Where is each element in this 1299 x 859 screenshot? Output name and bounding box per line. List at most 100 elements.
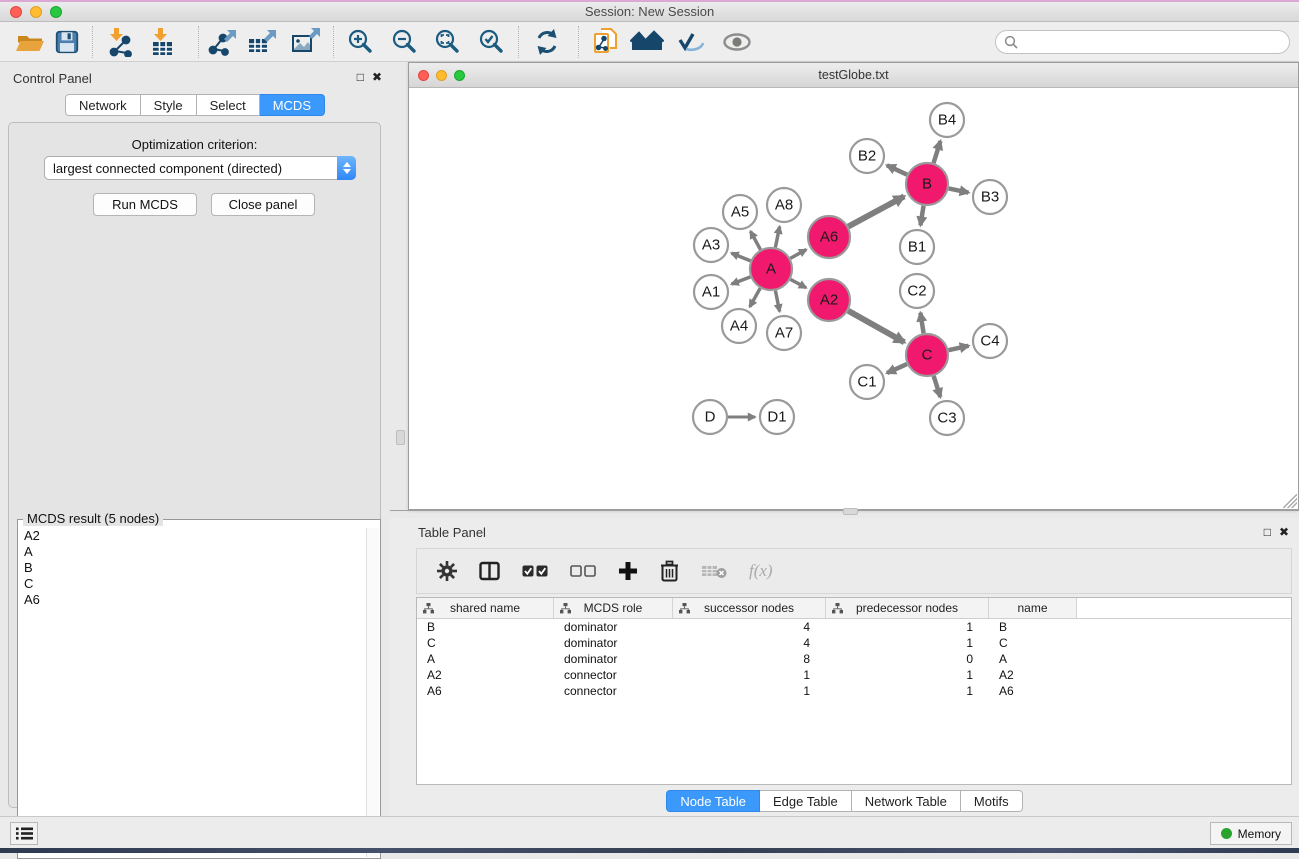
- graph-node-A1[interactable]: A1: [694, 275, 728, 309]
- zoom-out-icon[interactable]: [390, 28, 418, 56]
- graph-edge-C-C4[interactable]: [948, 346, 968, 350]
- memory-button[interactable]: Memory: [1210, 822, 1292, 845]
- graph-edge-A2-C[interactable]: [848, 311, 904, 343]
- table-row[interactable]: Adominator80A: [417, 651, 1291, 667]
- graph-node-C1[interactable]: C1: [850, 365, 884, 399]
- cell-predecessor-nodes[interactable]: 0: [826, 651, 989, 667]
- column-header-predecessor-nodes[interactable]: predecessor nodes: [826, 598, 989, 618]
- cell-predecessor-nodes[interactable]: 1: [826, 635, 989, 651]
- graph-edge-C-C2[interactable]: [920, 313, 923, 334]
- column-header-shared-name[interactable]: shared name: [417, 598, 554, 618]
- graph-edge-C-C3[interactable]: [934, 376, 941, 397]
- graph-node-A[interactable]: A: [750, 248, 792, 290]
- graph-edge-A-A1[interactable]: [732, 277, 751, 284]
- graph-edge-A-A6[interactable]: [790, 250, 806, 259]
- horizontal-splitter-handle[interactable]: [843, 508, 858, 515]
- search-input[interactable]: [1023, 35, 1289, 49]
- graph-node-B4[interactable]: B4: [930, 103, 964, 137]
- cell-predecessor-nodes[interactable]: 1: [826, 619, 989, 635]
- delete-column-icon[interactable]: [660, 560, 679, 582]
- graph-node-B3[interactable]: B3: [973, 180, 1007, 214]
- select-all-checkboxes-icon[interactable]: [522, 565, 548, 577]
- hide-graphics-details-icon[interactable]: [676, 31, 706, 53]
- export-image-icon[interactable]: [290, 27, 322, 57]
- mcds-result-item[interactable]: B: [19, 560, 366, 576]
- graph-edge-A6-B[interactable]: [848, 196, 904, 226]
- close-table-panel-icon[interactable]: ✖: [1279, 525, 1289, 539]
- cell-successor-nodes[interactable]: 4: [673, 635, 826, 651]
- column-header-successor-nodes[interactable]: successor nodes: [673, 598, 826, 618]
- tab-node-table[interactable]: Node Table: [666, 790, 760, 812]
- mcds-list-scrollbar[interactable]: [366, 528, 379, 857]
- graph-edge-C-C1[interactable]: [887, 364, 907, 373]
- graph-node-C2[interactable]: C2: [900, 274, 934, 308]
- graph-edge-A-A8[interactable]: [775, 227, 779, 248]
- graph-node-C4[interactable]: C4: [973, 324, 1007, 358]
- table-row[interactable]: Bdominator41B: [417, 619, 1291, 635]
- zoom-selected-icon[interactable]: [477, 28, 505, 56]
- tab-style[interactable]: Style: [141, 94, 197, 116]
- graph-edge-B-B2[interactable]: [887, 165, 907, 174]
- mcds-result-item[interactable]: C: [19, 576, 366, 592]
- graph-node-B1[interactable]: B1: [900, 230, 934, 264]
- zoom-fit-icon[interactable]: [433, 28, 461, 56]
- cell-mcds-role[interactable]: dominator: [554, 635, 673, 651]
- import-table-icon[interactable]: [148, 27, 178, 57]
- table-row[interactable]: A2connector11A2: [417, 667, 1291, 683]
- home-cytargetlinker-icon[interactable]: [630, 29, 664, 55]
- cell-name[interactable]: C: [989, 635, 1077, 651]
- mcds-result-item[interactable]: A6: [19, 592, 366, 608]
- close-panel-button[interactable]: Close panel: [211, 193, 315, 216]
- add-column-icon[interactable]: [618, 561, 638, 581]
- graph-node-C3[interactable]: C3: [930, 401, 964, 435]
- graph-edge-A-A2[interactable]: [790, 279, 806, 287]
- close-panel-icon[interactable]: ✖: [372, 70, 382, 84]
- graph-node-D1[interactable]: D1: [760, 400, 794, 434]
- graph-node-D[interactable]: D: [693, 400, 727, 434]
- graph-edge-A-A3[interactable]: [731, 253, 750, 261]
- tab-select[interactable]: Select: [197, 94, 260, 116]
- cell-predecessor-nodes[interactable]: 1: [826, 667, 989, 683]
- tab-edge-table[interactable]: Edge Table: [760, 790, 852, 812]
- graph-edge-B-B1[interactable]: [920, 206, 923, 226]
- graph-node-A5[interactable]: A5: [723, 195, 757, 229]
- refresh-icon[interactable]: [532, 28, 562, 56]
- cell-shared-name[interactable]: A6: [417, 683, 554, 699]
- function-builder-icon[interactable]: f(x): [749, 561, 773, 581]
- cell-name[interactable]: A6: [989, 683, 1077, 699]
- column-header-mcds-role[interactable]: MCDS role: [554, 598, 673, 618]
- tab-mcds[interactable]: MCDS: [260, 94, 325, 116]
- tab-motifs[interactable]: Motifs: [961, 790, 1023, 812]
- cell-mcds-role[interactable]: connector: [554, 667, 673, 683]
- network-canvas[interactable]: AA1A2A3A4A5A6A7A8BB1B2B3B4CC1C2C3C4DD1: [409, 88, 1298, 509]
- cell-shared-name[interactable]: C: [417, 635, 554, 651]
- task-history-button[interactable]: [10, 822, 38, 845]
- graph-edge-A-A7[interactable]: [775, 291, 779, 312]
- table-row[interactable]: Cdominator41C: [417, 635, 1291, 651]
- mcds-result-item[interactable]: A: [19, 544, 366, 560]
- cell-predecessor-nodes[interactable]: 1: [826, 683, 989, 699]
- column-header-name[interactable]: name: [989, 598, 1077, 618]
- graph-edge-A-A5[interactable]: [751, 231, 761, 249]
- zoom-in-icon[interactable]: [346, 28, 374, 56]
- vertical-splitter-handle[interactable]: [396, 430, 405, 445]
- float-panel-icon[interactable]: □: [357, 70, 364, 84]
- float-table-panel-icon[interactable]: □: [1264, 525, 1271, 539]
- cell-successor-nodes[interactable]: 4: [673, 619, 826, 635]
- cell-successor-nodes[interactable]: 1: [673, 667, 826, 683]
- criterion-dropdown[interactable]: largest connected component (directed): [44, 156, 356, 180]
- graph-edge-A-A4[interactable]: [750, 288, 760, 307]
- graph-node-B2[interactable]: B2: [850, 139, 884, 173]
- graph-edge-B-B4[interactable]: [934, 141, 941, 163]
- graph-node-A6[interactable]: A6: [808, 216, 850, 258]
- search-field[interactable]: [995, 30, 1290, 54]
- cell-successor-nodes[interactable]: 1: [673, 683, 826, 699]
- run-mcds-button[interactable]: Run MCDS: [93, 193, 197, 216]
- save-session-icon[interactable]: [54, 29, 80, 55]
- cell-name[interactable]: A2: [989, 667, 1077, 683]
- cell-mcds-role[interactable]: connector: [554, 683, 673, 699]
- cell-shared-name[interactable]: A2: [417, 667, 554, 683]
- graph-node-C[interactable]: C: [906, 334, 948, 376]
- export-network-icon[interactable]: [207, 27, 239, 57]
- cell-mcds-role[interactable]: dominator: [554, 619, 673, 635]
